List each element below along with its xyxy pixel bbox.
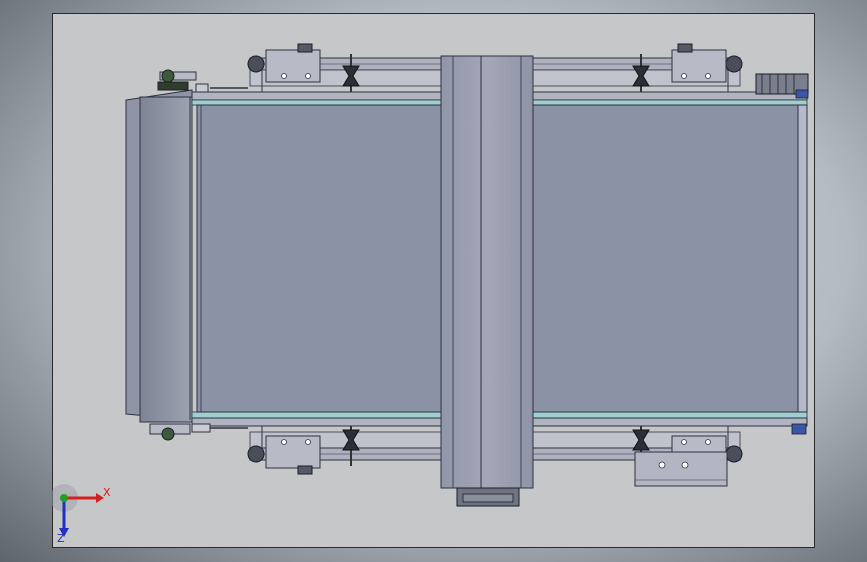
z-axis-label: Z xyxy=(57,532,65,544)
top-left-tensioner[interactable] xyxy=(157,69,248,93)
graphics-viewport[interactable]: X Z xyxy=(0,0,867,562)
center-cross-beam[interactable] xyxy=(440,55,534,507)
top-left-bearing-bracket[interactable] xyxy=(265,43,321,83)
conveyor-model-top-view[interactable] xyxy=(0,0,867,562)
top-right-bearing-bracket[interactable] xyxy=(671,43,727,83)
x-axis-label: X xyxy=(103,486,111,499)
bottom-right-end-cap xyxy=(791,423,807,435)
bottom-left-bearing-bracket[interactable] xyxy=(265,435,321,475)
coordinate-triad[interactable]: X Z xyxy=(50,482,112,545)
y-axis-dot-icon xyxy=(60,494,68,502)
motor-mount-plate[interactable] xyxy=(634,451,728,487)
infeed-chute[interactable] xyxy=(125,89,193,423)
drive-gear-unit[interactable] xyxy=(755,73,809,99)
